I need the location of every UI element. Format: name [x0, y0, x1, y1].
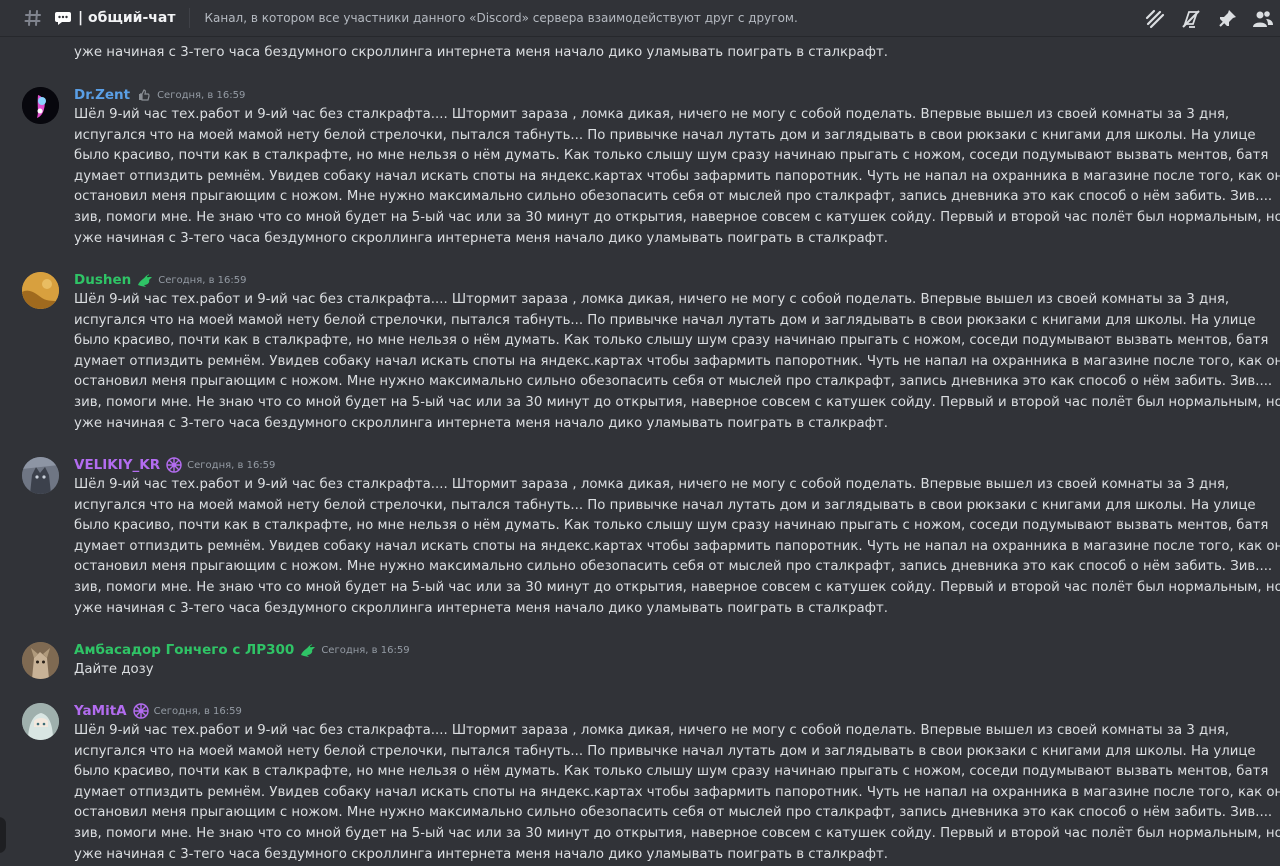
message-content: уже начиная с 3-тего часа бездумного скр…	[74, 43, 1254, 64]
message-line: остановил меня прыгающим с ножом. Мне ну…	[74, 805, 1273, 821]
message-line: испугался что на моей мамой нету белой с…	[74, 497, 1256, 513]
message-header: Dushen Сегодня, в 16:59	[74, 271, 246, 289]
username[interactable]: Dr.Zent	[74, 87, 130, 103]
channel-topic: Канал, в котором все участники данного «…	[204, 11, 798, 25]
message-content: Шёл 9-ий час тех.работ и 9-ий час без ст…	[74, 105, 1280, 249]
message-line: Шёл 9-ий час тех.работ и 9-ий час без ст…	[74, 477, 1230, 492]
timestamp[interactable]: Сегодня, в 16:59	[187, 460, 275, 471]
message-line: Дайте дозу	[74, 662, 154, 677]
members-icon[interactable]	[1252, 8, 1274, 30]
message-line: было красиво, почти как в сталкрафте, но…	[74, 148, 1269, 164]
timestamp[interactable]: Сегодня, в 16:59	[321, 645, 409, 656]
message-line: Шёл 9-ий час тех.работ и 9-ий час без ст…	[74, 292, 1230, 307]
message-line: Шёл 9-ий час тех.работ и 9-ий час без ст…	[74, 107, 1230, 122]
mute-icon[interactable]	[1180, 8, 1202, 30]
message-line: зив, помоги мне. Не знаю что со мной буд…	[74, 579, 1280, 595]
channel-header: | общий-чат Канал, в котором все участни…	[0, 0, 1280, 37]
message-line: Шёл 9-ий час тех.работ и 9-ий час без ст…	[74, 723, 1230, 738]
timestamp[interactable]: Сегодня, в 16:59	[154, 706, 242, 717]
dragon-badge-icon	[136, 271, 154, 289]
message-line: уже начиная с 3-тего часа бездумного скр…	[74, 45, 888, 60]
message-line: зив, помоги мне. Не знаю что со мной буд…	[74, 209, 1280, 225]
channel-hash-icon	[22, 7, 44, 29]
message-line: зив, помоги мне. Не знаю что со мной буд…	[74, 394, 1280, 410]
message-list[interactable]: уже начиная с 3-тего часа бездумного скр…	[0, 37, 1280, 866]
avatar[interactable]	[22, 642, 59, 679]
message-line: остановил меня прыгающим с ножом. Мне ну…	[74, 559, 1273, 575]
avatar[interactable]	[22, 703, 59, 740]
message-header: VELIKIY_KR Сегодня, в 16:59	[74, 456, 275, 474]
message-line: испугался что на моей мамой нету белой с…	[74, 312, 1256, 328]
dragon-badge-icon	[299, 641, 317, 659]
username[interactable]: Амбасадор Гончего с ЛР300	[74, 642, 294, 658]
header-toolbar	[1144, 0, 1274, 37]
message-line: было красиво, почти как в сталкрафте, но…	[74, 764, 1269, 780]
username[interactable]: YaMitA	[74, 703, 127, 719]
message-line: уже начиная с 3-тего часа бездумного скр…	[74, 230, 888, 246]
flower-badge-icon	[132, 702, 150, 720]
header-divider	[189, 8, 191, 28]
message-line: испугался что на моей мамой нету белой с…	[74, 743, 1256, 759]
speech-bubble-icon	[54, 11, 72, 25]
timestamp[interactable]: Сегодня, в 16:59	[158, 275, 246, 286]
message-content: Шёл 9-ий час тех.работ и 9-ий час без ст…	[74, 721, 1280, 865]
message-line: уже начиная с 3-тего часа бездумного скр…	[74, 846, 888, 862]
message-header: YaMitA Сегодня, в 16:59	[74, 702, 242, 720]
avatar[interactable]	[22, 87, 59, 124]
avatar[interactable]	[22, 457, 59, 494]
message-line: уже начиная с 3-тего часа бездумного скр…	[74, 415, 888, 431]
message-line: было красиво, почти как в сталкрафте, но…	[74, 518, 1269, 534]
message-header: Амбасадор Гончего с ЛР300 Сегодня, в 16:…	[74, 641, 410, 659]
message-line: думает отпиздить ремнём. Увидев собаку н…	[74, 784, 1280, 800]
message-line: было красиво, почти как в сталкрафте, но…	[74, 333, 1269, 349]
message-line: думает отпиздить ремнём. Увидев собаку н…	[74, 353, 1280, 369]
message-line: остановил меня прыгающим с ножом. Мне ну…	[74, 189, 1273, 205]
message-line: думает отпиздить ремнём. Увидев собаку н…	[74, 168, 1280, 184]
message-content: Шёл 9-ий час тех.работ и 9-ий час без ст…	[74, 475, 1280, 619]
message-line: остановил меня прыгающим с ножом. Мне ну…	[74, 374, 1273, 390]
scroll-handle[interactable]	[0, 817, 6, 853]
channel-name: | общий-чат	[78, 10, 176, 26]
message-line: уже начиная с 3-тего часа бездумного скр…	[74, 600, 888, 616]
message-content: Дайте дозу	[74, 660, 1254, 681]
thumb-badge-icon	[135, 86, 153, 104]
message-content: Шёл 9-ий час тех.работ и 9-ий час без ст…	[74, 290, 1280, 434]
threads-icon[interactable]	[1144, 8, 1166, 30]
message-header: Dr.Zent Сегодня, в 16:59	[74, 86, 245, 104]
username[interactable]: VELIKIY_KR	[74, 457, 160, 473]
message-line: думает отпиздить ремнём. Увидев собаку н…	[74, 538, 1280, 554]
flower-badge-icon	[165, 456, 183, 474]
timestamp[interactable]: Сегодня, в 16:59	[157, 90, 245, 101]
message-line: зив, помоги мне. Не знаю что со мной буд…	[74, 825, 1280, 841]
discord-window: | общий-чат Канал, в котором все участни…	[0, 0, 1280, 866]
pin-icon[interactable]	[1216, 8, 1238, 30]
message-line: испугался что на моей мамой нету белой с…	[74, 127, 1256, 143]
avatar[interactable]	[22, 272, 59, 309]
username[interactable]: Dushen	[74, 272, 131, 288]
